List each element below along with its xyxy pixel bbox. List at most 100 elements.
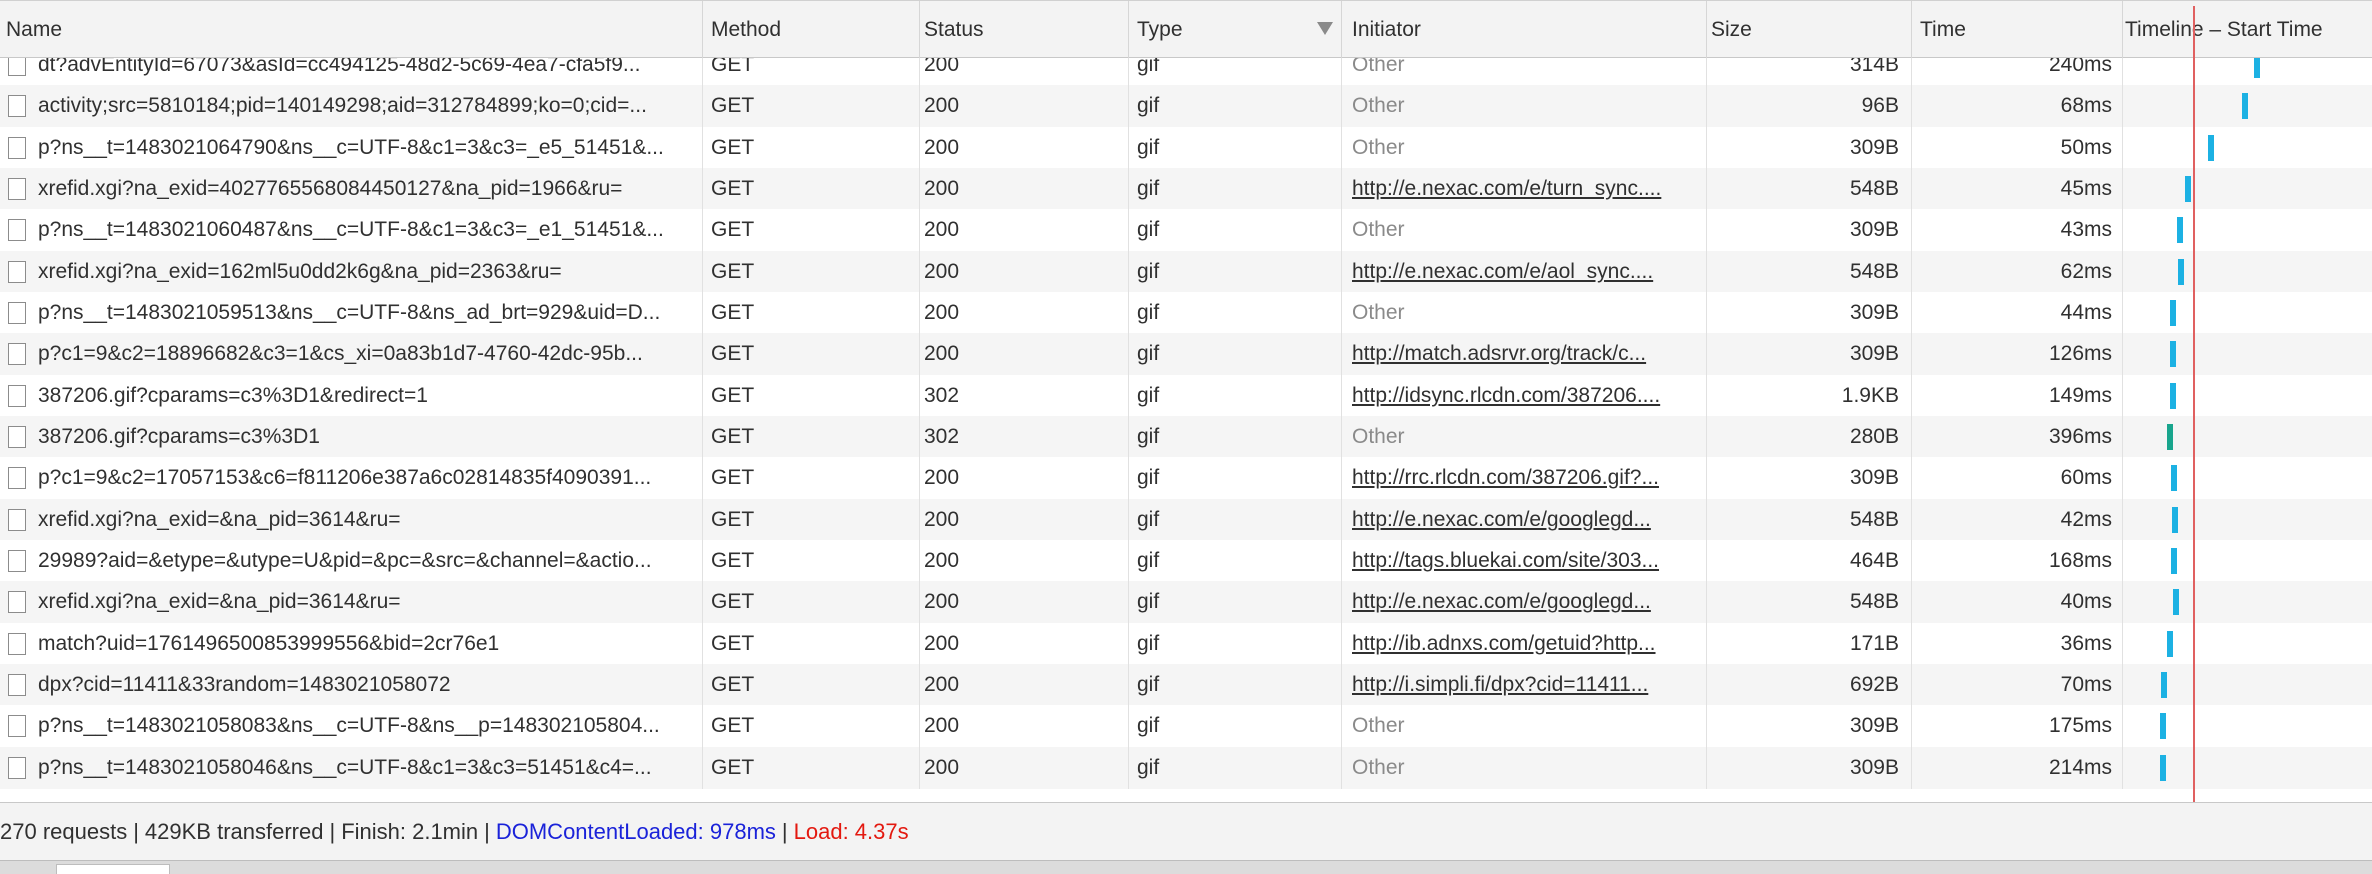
- request-time-text: 43ms: [2060, 218, 2112, 241]
- request-name-cell[interactable]: 387206.gif?cparams=c3%3D1&redirect=1: [0, 375, 703, 417]
- request-time-text: 149ms: [2048, 384, 2112, 407]
- request-initiator[interactable]: http://idsync.rlcdn.com/387206....: [1342, 375, 1707, 417]
- table-row[interactable]: p?ns__t=1483021058083&ns__c=UTF-8&ns__p=…: [0, 705, 2372, 747]
- request-name-cell[interactable]: p?ns__t=1483021059513&ns__c=UTF-8&ns_ad_…: [0, 292, 703, 334]
- column-header-method[interactable]: Method: [703, 1, 920, 58]
- table-row[interactable]: p?c1=9&c2=18896682&c3=1&cs_xi=0a83b1d7-4…: [0, 333, 2372, 375]
- request-method-text: GET: [711, 673, 755, 696]
- request-name-cell[interactable]: 29989?aid=&etype=&utype=U&pid=&pc=&src=&…: [0, 540, 703, 582]
- request-method: GET: [703, 499, 920, 541]
- request-time: 43ms: [1912, 209, 2123, 251]
- request-name: 387206.gif?cparams=c3%3D1&redirect=1: [38, 384, 428, 407]
- request-size-text: 548B: [1849, 590, 1899, 613]
- table-row[interactable]: 387206.gif?cparams=c3%3D1&redirect=1 GET 3…: [0, 375, 2372, 417]
- request-name-cell[interactable]: activity;src=5810184;pid=140149298;aid=3…: [0, 85, 703, 127]
- request-name-cell[interactable]: xrefid.xgi?na_exid=&na_pid=3614&ru=: [0, 499, 703, 541]
- request-time-text: 60ms: [2060, 466, 2112, 489]
- table-row[interactable]: xrefid.xgi?na_exid=&na_pid=3614&ru= GET 20…: [0, 581, 2372, 623]
- request-name-cell[interactable]: p?c1=9&c2=17057153&c6=f811206e387a6c0281…: [0, 457, 703, 499]
- request-initiator[interactable]: http://ib.adnxs.com/getuid?http...: [1342, 623, 1707, 665]
- request-size: 309B: [1707, 127, 1912, 169]
- table-row[interactable]: activity;src=5810184;pid=140149298;aid=3…: [0, 85, 2372, 127]
- request-size: 309B: [1707, 209, 1912, 251]
- request-initiator[interactable]: http://e.nexac.com/e/googlegd...: [1342, 499, 1707, 541]
- timeline-bar: [2167, 424, 2173, 450]
- initiator-link[interactable]: http://e.nexac.com/e/googlegd...: [1352, 590, 1651, 613]
- resource-file-icon: [8, 509, 26, 531]
- request-timeline: [2123, 209, 2372, 251]
- request-name-cell[interactable]: xrefid.xgi?na_exid=&na_pid=3614&ru=: [0, 581, 703, 623]
- column-header-time[interactable]: Time: [1912, 1, 2123, 58]
- request-time-text: 396ms: [2048, 425, 2112, 448]
- request-method: GET: [703, 58, 920, 86]
- initiator-text: Other: [1352, 301, 1405, 324]
- table-row[interactable]: xrefid.xgi?na_exid=&na_pid=3614&ru= GET 20…: [0, 499, 2372, 541]
- request-name-cell[interactable]: dt?advEntityId=67073&asId=cc494125-48d2-…: [0, 58, 703, 86]
- resource-file-icon: [8, 178, 26, 200]
- request-initiator[interactable]: http://i.simpli.fi/dpx?cid=11411...: [1342, 664, 1707, 706]
- table-row[interactable]: p?ns__t=1483021058046&ns__c=UTF-8&c1=3&c…: [0, 747, 2372, 789]
- initiator-link[interactable]: http://i.simpli.fi/dpx?cid=11411...: [1352, 673, 1648, 696]
- request-name-cell[interactable]: xrefid.xgi?na_exid=4027765568084450127&n…: [0, 168, 703, 210]
- request-size: 309B: [1707, 705, 1912, 747]
- table-row[interactable]: p?c1=9&c2=17057153&c6=f811206e387a6c0281…: [0, 457, 2372, 499]
- request-initiator: Other: [1342, 292, 1707, 334]
- request-name-cell[interactable]: xrefid.xgi?na_exid=162ml5u0dd2k6g&na_pid…: [0, 251, 703, 293]
- table-row[interactable]: dt?advEntityId=67073&asId=cc494125-48d2-…: [0, 58, 2372, 86]
- request-status-text: 200: [924, 756, 960, 779]
- request-initiator[interactable]: http://rrc.rlcdn.com/387206.gif?...: [1342, 457, 1707, 499]
- table-row[interactable]: p?ns__t=1483021060487&ns__c=UTF-8&c1=3&c…: [0, 209, 2372, 251]
- request-time: 62ms: [1912, 251, 2123, 293]
- request-type: gif: [1129, 416, 1342, 458]
- column-header-name[interactable]: Name: [0, 1, 703, 58]
- column-header-size[interactable]: Size: [1707, 1, 1912, 58]
- request-name-cell[interactable]: dpx?cid=11411&33random=1483021058072: [0, 664, 703, 706]
- initiator-link[interactable]: http://match.adsrvr.org/track/c...: [1352, 342, 1646, 365]
- request-name-cell[interactable]: p?ns__t=1483021058083&ns__c=UTF-8&ns__p=…: [0, 705, 703, 747]
- resource-file-icon: [8, 467, 26, 489]
- column-header-type[interactable]: Type: [1129, 1, 1342, 58]
- table-row[interactable]: match?uid=1761496500853999556&bid=2cr76e…: [0, 623, 2372, 665]
- initiator-link[interactable]: http://e.nexac.com/e/googlegd...: [1352, 508, 1651, 531]
- initiator-link[interactable]: http://rrc.rlcdn.com/387206.gif?...: [1352, 466, 1659, 489]
- initiator-link[interactable]: http://ib.adnxs.com/getuid?http...: [1352, 632, 1656, 655]
- request-initiator[interactable]: http://e.nexac.com/e/turn_sync....: [1342, 168, 1707, 210]
- drawer-tab[interactable]: [56, 864, 170, 874]
- request-name-cell[interactable]: p?ns__t=1483021064790&ns__c=UTF-8&c1=3&c…: [0, 127, 703, 169]
- initiator-link[interactable]: http://idsync.rlcdn.com/387206....: [1352, 384, 1660, 407]
- table-row[interactable]: dpx?cid=11411&33random=1483021058072 GET 2…: [0, 664, 2372, 706]
- column-header-status[interactable]: Status: [920, 1, 1129, 58]
- request-timeline: [2123, 623, 2372, 665]
- request-name-cell[interactable]: 387206.gif?cparams=c3%3D1: [0, 416, 703, 458]
- table-row[interactable]: p?ns__t=1483021059513&ns__c=UTF-8&ns_ad_…: [0, 292, 2372, 334]
- initiator-link[interactable]: http://tags.bluekai.com/site/303...: [1352, 549, 1659, 572]
- request-initiator[interactable]: http://match.adsrvr.org/track/c...: [1342, 333, 1707, 375]
- request-name-cell[interactable]: match?uid=1761496500853999556&bid=2cr76e…: [0, 623, 703, 665]
- initiator-link[interactable]: http://e.nexac.com/e/aol_sync....: [1352, 260, 1653, 283]
- table-row[interactable]: xrefid.xgi?na_exid=162ml5u0dd2k6g&na_pid…: [0, 251, 2372, 293]
- column-header-timeline[interactable]: Timeline – Start Time: [2123, 1, 2372, 58]
- request-initiator[interactable]: http://tags.bluekai.com/site/303...: [1342, 540, 1707, 582]
- table-row[interactable]: 29989?aid=&etype=&utype=U&pid=&pc=&src=&…: [0, 540, 2372, 582]
- request-time: 45ms: [1912, 168, 2123, 210]
- table-row[interactable]: p?ns__t=1483021064790&ns__c=UTF-8&c1=3&c…: [0, 127, 2372, 169]
- request-type: gif: [1129, 705, 1342, 747]
- table-row[interactable]: xrefid.xgi?na_exid=4027765568084450127&n…: [0, 168, 2372, 210]
- request-name-cell[interactable]: p?c1=9&c2=18896682&c3=1&cs_xi=0a83b1d7-4…: [0, 333, 703, 375]
- request-size: 96B: [1707, 85, 1912, 127]
- request-size: 548B: [1707, 499, 1912, 541]
- request-type: gif: [1129, 333, 1342, 375]
- request-initiator[interactable]: http://e.nexac.com/e/aol_sync....: [1342, 251, 1707, 293]
- initiator-link[interactable]: http://e.nexac.com/e/turn_sync....: [1352, 177, 1661, 200]
- request-status-text: 200: [924, 673, 960, 696]
- request-method-text: GET: [711, 136, 755, 159]
- request-timeline: [2123, 333, 2372, 375]
- column-header-initiator[interactable]: Initiator: [1342, 1, 1707, 58]
- request-name: p?c1=9&c2=18896682&c3=1&cs_xi=0a83b1d7-4…: [38, 342, 643, 365]
- request-initiator[interactable]: http://e.nexac.com/e/googlegd...: [1342, 581, 1707, 623]
- request-status: 200: [920, 209, 1129, 251]
- request-name-cell[interactable]: p?ns__t=1483021058046&ns__c=UTF-8&c1=3&c…: [0, 747, 703, 789]
- table-row[interactable]: 387206.gif?cparams=c3%3D1 GET 302 gif Other 2…: [0, 416, 2372, 458]
- request-name-cell[interactable]: p?ns__t=1483021060487&ns__c=UTF-8&c1=3&c…: [0, 209, 703, 251]
- separator: |: [484, 819, 490, 844]
